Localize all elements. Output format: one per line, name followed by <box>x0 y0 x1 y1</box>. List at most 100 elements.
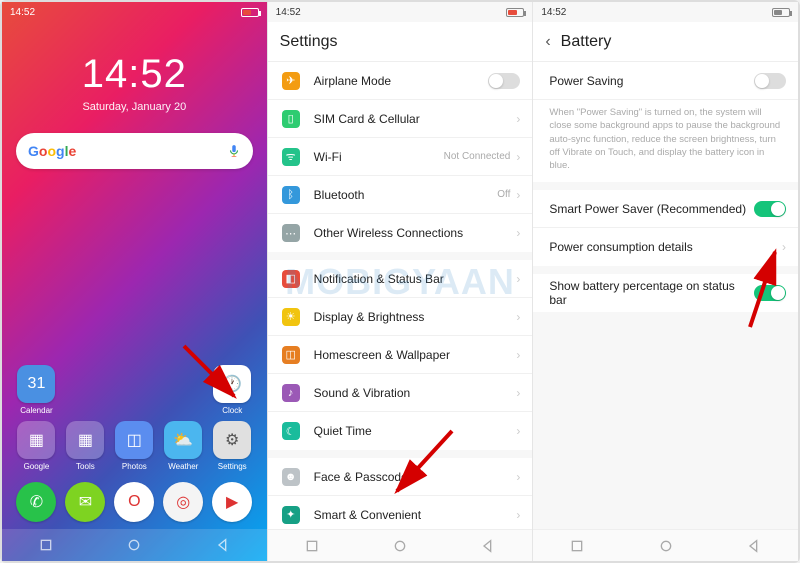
row-label: Face & Passcode <box>314 470 517 484</box>
row-label: SIM Card & Cellular <box>314 112 517 126</box>
row-icon: ☀ <box>282 308 300 326</box>
settings-row[interactable]: ✈ Airplane Mode <box>268 62 533 100</box>
app-icon[interactable]: 🕐Clock <box>208 365 257 415</box>
battery-header: ‹ Battery <box>533 22 798 62</box>
clock-date: Saturday, January 20 <box>2 101 267 113</box>
chevron-icon: › <box>516 348 520 362</box>
row-icon: ☻ <box>282 468 300 486</box>
toggle[interactable] <box>754 73 786 89</box>
row-label: Bluetooth <box>314 188 498 202</box>
settings-row[interactable]: ☾Quiet Time› <box>268 412 533 450</box>
app-icon[interactable]: ◫Photos <box>110 421 159 471</box>
row-icon: ᛒ <box>282 186 300 204</box>
google-logo: Google <box>28 143 76 159</box>
row-icon: ◧ <box>282 270 300 288</box>
nav-recent-icon[interactable] <box>569 538 585 554</box>
chevron-icon: › <box>516 470 520 484</box>
row-icon: ♪ <box>282 384 300 402</box>
settings-row[interactable]: ᛒ BluetoothOff › <box>268 176 533 214</box>
page-title: Settings <box>280 33 338 51</box>
dock-app[interactable]: ◎ <box>159 482 208 525</box>
battery-row[interactable]: Power consumption details› <box>533 228 798 266</box>
mic-icon[interactable] <box>227 144 241 158</box>
statusbar-time: 14:52 <box>541 7 566 18</box>
page-title: Battery <box>561 33 612 51</box>
nav-back-icon[interactable] <box>480 538 496 554</box>
dock-app[interactable]: ▶ <box>208 482 257 525</box>
row-label: Power consumption details <box>549 240 782 254</box>
chevron-icon: › <box>516 508 520 522</box>
app-label: Calendar <box>20 406 52 415</box>
chevron-icon: › <box>516 150 520 164</box>
app-grid-row1: 31Calendar 🕐Clock ▦Google▦Tools◫Photos⛅Wea… <box>2 365 267 471</box>
chevron-icon: › <box>516 188 520 202</box>
clock-time: 14:52 <box>2 52 267 97</box>
settings-row[interactable]: ◧ Notification & Status Bar› <box>268 260 533 298</box>
chevron-icon: › <box>782 240 786 254</box>
toggle[interactable] <box>488 73 520 89</box>
toggle[interactable] <box>754 201 786 217</box>
dock-app[interactable]: ✆ <box>12 482 61 525</box>
app-icon[interactable]: ⛅Weather <box>159 421 208 471</box>
battery-row[interactable]: Show battery percentage on status bar <box>533 274 798 312</box>
dock: ✆✉O◎▶ <box>2 482 267 525</box>
app-label: Google <box>24 462 50 471</box>
nav-bar <box>533 529 798 561</box>
chevron-icon: › <box>516 272 520 286</box>
row-label: Other Wireless Connections <box>314 226 517 240</box>
row-label: Sound & Vibration <box>314 386 517 400</box>
app-icon[interactable]: ⚙Settings <box>208 421 257 471</box>
settings-row[interactable]: ☻ Face & Passcode› <box>268 458 533 496</box>
chevron-icon: › <box>516 112 520 126</box>
row-label: Smart & Convenient <box>314 508 517 522</box>
settings-row[interactable]: ☀Display & Brightness› <box>268 298 533 336</box>
row-label: Notification & Status Bar <box>314 272 517 286</box>
settings-list: ✈ Airplane Mode ▯SIM Card & Cellular› ᯤ Wi-F… <box>268 62 533 561</box>
nav-recent-icon[interactable] <box>304 538 320 554</box>
battery-icon <box>241 8 259 17</box>
nav-home-icon[interactable] <box>392 538 408 554</box>
app-icon[interactable]: ▦Google <box>12 421 61 471</box>
app-label: Clock <box>222 406 242 415</box>
nav-home-icon[interactable] <box>658 538 674 554</box>
nav-recent-icon[interactable] <box>38 537 54 553</box>
google-search-bar[interactable]: Google <box>16 133 253 169</box>
app-icon[interactable]: ▦Tools <box>61 421 110 471</box>
chevron-icon: › <box>516 226 520 240</box>
statusbar-time: 14:52 <box>10 7 35 18</box>
dock-app[interactable]: ✉ <box>61 482 110 525</box>
app-label: Weather <box>168 462 198 471</box>
row-extra: Off <box>497 189 510 200</box>
chevron-icon: › <box>516 310 520 324</box>
toggle[interactable] <box>754 285 786 301</box>
battery-row[interactable]: Power Saving <box>533 62 798 100</box>
settings-row[interactable]: ⋯ Other Wireless Connections› <box>268 214 533 252</box>
battery-row[interactable]: Smart Power Saver (Recommended) <box>533 190 798 228</box>
row-icon: ✈ <box>282 72 300 90</box>
row-label: Wi-Fi <box>314 150 444 164</box>
settings-header: Settings <box>268 22 533 62</box>
dock-app[interactable]: O <box>110 482 159 525</box>
row-icon: ᯤ <box>282 148 300 166</box>
battery-settings-panel: 14:52 ‹ Battery Power SavingWhen "Power … <box>533 2 798 561</box>
settings-row[interactable]: ▯SIM Card & Cellular› <box>268 100 533 138</box>
statusbar-time: 14:52 <box>276 7 301 18</box>
nav-bar <box>268 529 533 561</box>
app-icon[interactable]: 31Calendar <box>12 365 61 415</box>
nav-home-icon[interactable] <box>126 537 142 553</box>
lockscreen-clock: 14:52 Saturday, January 20 <box>2 52 267 113</box>
app-label: Photos <box>122 462 147 471</box>
row-label: Airplane Mode <box>314 74 489 88</box>
battery-icon <box>772 8 790 17</box>
settings-row[interactable]: ◫Homescreen & Wallpaper› <box>268 336 533 374</box>
back-icon[interactable]: ‹ <box>545 33 550 51</box>
settings-row[interactable]: ♪Sound & Vibration› <box>268 374 533 412</box>
row-icon: ✦ <box>282 506 300 524</box>
settings-panel: 14:52 Settings ✈ Airplane Mode ▯SIM Card &… <box>268 2 534 561</box>
row-icon: ⋯ <box>282 224 300 242</box>
battery-list: Power SavingWhen "Power Saving" is turne… <box>533 62 798 561</box>
nav-back-icon[interactable] <box>746 538 762 554</box>
row-label: Quiet Time <box>314 424 517 438</box>
nav-back-icon[interactable] <box>215 537 231 553</box>
settings-row[interactable]: ᯤWi-FiNot Connected› <box>268 138 533 176</box>
